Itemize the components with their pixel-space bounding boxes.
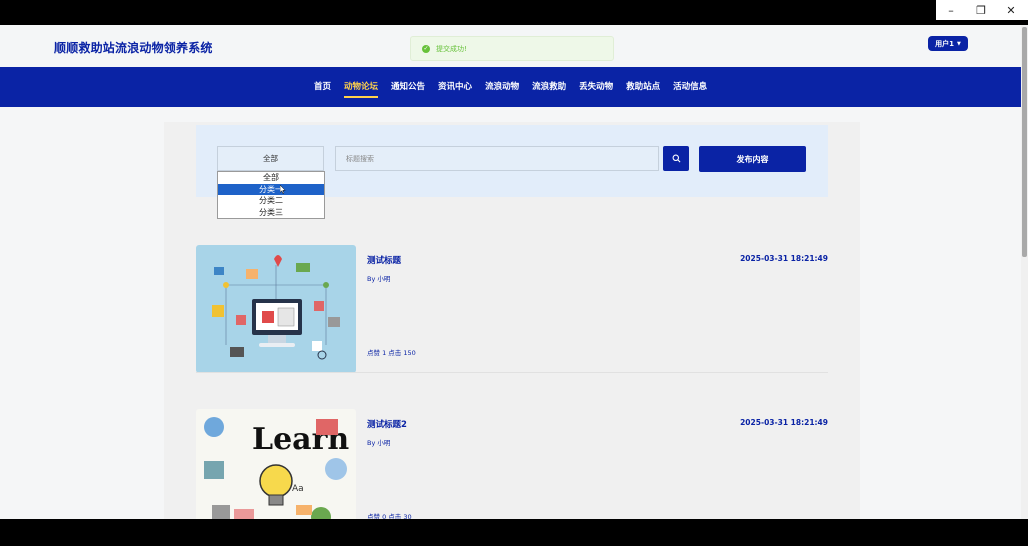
caret-down-icon: ▼	[957, 40, 961, 47]
publish-button[interactable]: 发布内容	[699, 146, 806, 172]
window-controls: – ❐ ✕	[936, 0, 1028, 20]
post-author: By 小明	[367, 439, 391, 447]
post-thumbnail[interactable]: Learn Aa	[196, 409, 356, 519]
nav-item[interactable]: 丢失动物	[579, 80, 613, 95]
nav-item[interactable]: 首页	[314, 80, 331, 95]
user-label: 用户1	[935, 39, 954, 48]
scrollbar-thumb[interactable]	[1022, 27, 1027, 257]
post-date: 2025-03-31 18:21:49	[740, 418, 828, 427]
search-icon	[672, 154, 680, 163]
toast-message: 提交成功!	[436, 44, 467, 53]
nav-item[interactable]: 活动信息	[673, 80, 707, 95]
category-select[interactable]: 全部	[217, 146, 324, 171]
post-card[interactable]: 测试标题 By 小明 点赞 1 点击 150 2025-03-31 18:21:…	[196, 245, 828, 375]
learn-illustration: Learn Aa	[196, 409, 356, 519]
search-button[interactable]	[663, 146, 689, 171]
dropdown-option[interactable]: 分类三	[218, 207, 324, 219]
mouse-cursor-icon	[280, 185, 286, 194]
post-divider	[196, 372, 828, 373]
nav-list: 首页 动物论坛 通知公告 资讯中心 流浪动物 流浪救助 丢失动物 救助站点 活动信息	[314, 80, 720, 98]
minimize-button[interactable]: –	[936, 0, 966, 20]
bottom-bar	[0, 519, 1028, 546]
nav-item[interactable]: 通知公告	[391, 80, 425, 95]
svg-text:Aa: Aa	[292, 484, 304, 494]
scrollbar[interactable]	[1021, 25, 1028, 519]
post-date: 2025-03-31 18:21:49	[740, 254, 828, 263]
post-author: By 小明	[367, 275, 391, 283]
close-button[interactable]: ✕	[996, 0, 1026, 20]
user-menu-button[interactable]: 用户1 ▼	[928, 36, 968, 51]
post-title[interactable]: 测试标题	[367, 254, 401, 266]
post-title[interactable]: 测试标题2	[367, 418, 407, 430]
post-stats: 点赞 1 点击 150	[367, 349, 416, 357]
nav-item[interactable]: 流浪救助	[532, 80, 566, 95]
post-thumbnail[interactable]	[196, 245, 356, 373]
main-navbar: 首页 动物论坛 通知公告 资讯中心 流浪动物 流浪救助 丢失动物 救助站点 活动信息	[0, 67, 1021, 107]
window-titlebar: – ❐ ✕	[0, 0, 1028, 25]
restore-button[interactable]: ❐	[966, 0, 996, 20]
site-title[interactable]: 顺顺救助站流浪动物领养系统	[54, 39, 213, 56]
nav-item[interactable]: 流浪动物	[485, 80, 519, 95]
ecommerce-illustration	[196, 245, 356, 373]
nav-item[interactable]: 资讯中心	[438, 80, 472, 95]
check-circle-icon: ✓	[422, 44, 430, 53]
site-header: 顺顺救助站流浪动物领养系统 ✓ 提交成功! 用户1 ▼	[0, 25, 1021, 67]
dropdown-option[interactable]: 分类一	[218, 183, 324, 195]
nav-item[interactable]: 动物论坛	[344, 80, 379, 98]
category-dropdown: 全部 分类一 分类二 分类三	[217, 171, 325, 219]
nav-item[interactable]: 救助站点	[626, 80, 660, 95]
dropdown-option[interactable]: 全部	[218, 172, 324, 184]
browser-viewport: 顺顺救助站流浪动物领养系统 ✓ 提交成功! 用户1 ▼ 首页 动物论坛 通知公告 资讯…	[0, 25, 1021, 519]
dropdown-option[interactable]: 分类二	[218, 195, 324, 207]
post-stats: 点赞 0 点击 30	[367, 513, 412, 519]
search-input[interactable]: 标题搜索	[335, 146, 659, 171]
success-toast: ✓ 提交成功!	[410, 36, 614, 61]
post-card[interactable]: Learn Aa 测试标题2 By 小明 点赞 0 点击 30 2025-03-…	[196, 409, 828, 519]
